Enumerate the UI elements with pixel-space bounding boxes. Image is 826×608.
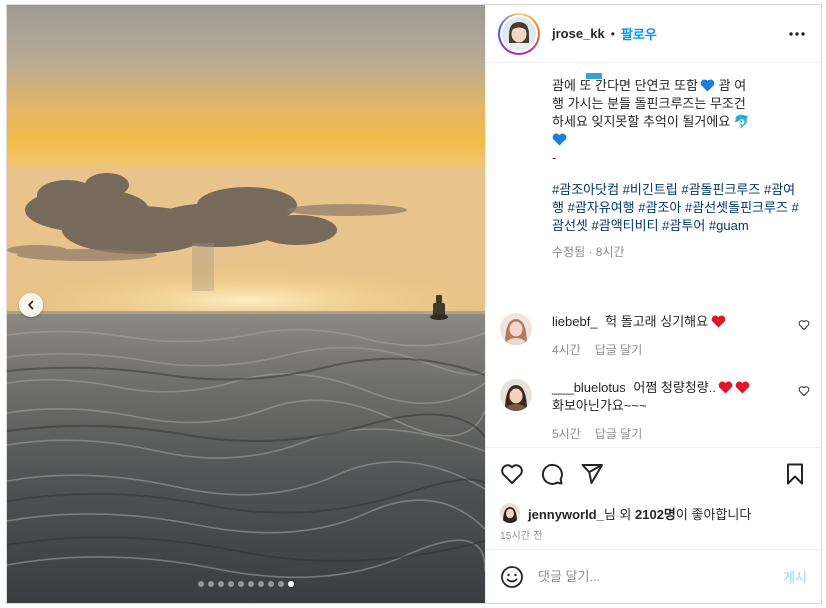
post-photo[interactable] — [7, 5, 485, 603]
more-horizontal-icon — [789, 31, 805, 36]
likes-text: 이 좋아합니다 — [675, 506, 752, 522]
comment-time: 4시간 — [552, 343, 581, 357]
hashtag-link[interactable]: #괌조아닷컴 — [552, 182, 619, 197]
slide-dot — [218, 581, 224, 587]
caption-meta: 수정됨 · 8시간 — [552, 245, 625, 259]
story-ring[interactable] — [498, 12, 540, 55]
red-heart-emoji-icon — [711, 315, 726, 328]
reply-button[interactable]: 답글 달기 — [595, 341, 643, 359]
hashtag-link[interactable]: #비긴트립 — [623, 182, 678, 197]
comment-time: 5시간 — [552, 427, 581, 441]
post-side-panel: jrose_kk • 팔로우 괌에 또 간다면 단연코 또함 괌 여 행 가시는… — [485, 5, 821, 603]
more-options-button[interactable] — [785, 22, 809, 46]
comment-like-button[interactable] — [798, 385, 810, 400]
avatar — [502, 16, 536, 51]
caption-line: 괌에 또 간다면 단연코 또함 괌 여 — [552, 78, 747, 93]
avatar — [500, 313, 532, 345]
red-heart-emoji-icon — [718, 381, 733, 394]
post-author-username[interactable]: jrose_kk — [552, 26, 605, 41]
comment-body: ___bluelotus 어쩜 청량청량.. 화보아닌가요~~~ 5시간 답글 … — [552, 379, 782, 443]
flag-emoji-icon — [586, 73, 602, 79]
save-bookmark-icon[interactable] — [783, 462, 807, 486]
comment-input[interactable] — [538, 569, 784, 584]
slide-dot — [248, 581, 254, 587]
hashtag-link[interactable]: #괌선셋돌핀크루즈 — [685, 200, 788, 215]
comment-username[interactable]: liebebf_ — [552, 314, 598, 329]
comment-meta: 4시간 답글 달기 — [552, 341, 782, 359]
slide-dot — [288, 581, 294, 587]
liker-username[interactable]: jennyworld_ — [528, 507, 604, 522]
comment-text-continued: 화보아닌가요~~~ — [552, 398, 647, 413]
chevron-left-icon — [28, 300, 34, 310]
likes-text: 님 외 — [603, 506, 636, 522]
slide-dot — [258, 581, 264, 587]
hashtag-link[interactable]: #guam — [709, 218, 749, 233]
comment-bubble-icon[interactable] — [540, 462, 564, 486]
post-actions-bar — [486, 447, 821, 499]
caption-line: 행 가시는 분들 돌핀크루즈는 무조건 — [552, 96, 746, 111]
comment-username[interactable]: ___bluelotus — [552, 380, 626, 395]
hashtag-link[interactable]: #괌자유여행 — [568, 200, 635, 215]
comment-text: 어쩜 청량청량.. — [633, 380, 716, 395]
red-heart-emoji-icon — [735, 381, 750, 394]
slide-dot — [278, 581, 284, 587]
header-separator: • — [610, 26, 615, 41]
caption-overflow — [552, 63, 802, 79]
follow-button[interactable]: 팔로우 — [621, 24, 657, 43]
avatar[interactable] — [500, 503, 520, 523]
comment-avatar[interactable] — [500, 313, 532, 345]
hashtag-link[interactable]: #괌투어 — [662, 218, 705, 233]
post-timestamp[interactable]: 15시간 전 — [486, 527, 821, 543]
comment-meta: 5시간 답글 달기 — [552, 425, 782, 443]
likes-count[interactable]: 2102명 — [635, 507, 676, 522]
reply-button[interactable]: 답글 달기 — [595, 425, 643, 443]
heart-outline-icon — [798, 386, 810, 396]
caption-line — [552, 131, 802, 149]
caption-line: - — [552, 150, 557, 165]
blue-heart-emoji-icon — [700, 79, 715, 92]
post-header: jrose_kk • 팔로우 — [486, 5, 821, 63]
blue-heart-emoji-icon — [552, 133, 567, 146]
like-heart-icon[interactable] — [500, 462, 524, 486]
comment-body: liebebf_ 헉 돌고래 싱기해요 4시간 답글 달기 — [552, 313, 782, 359]
comment-composer: 게시 — [486, 549, 821, 603]
slide-dot — [238, 581, 244, 587]
caption-hashtags: #괌조아닷컴 #비긴트립 #괌돌핀크루즈 #괌여행 #괌자유여행 #괌조아 #괌… — [552, 181, 802, 235]
comment-like-button[interactable] — [798, 319, 810, 334]
post-caption: 괌에 또 간다면 단연코 또함 괌 여 행 가시는 분들 돌핀크루즈는 무조건 … — [552, 63, 802, 261]
post-comment-button[interactable]: 게시 — [783, 567, 807, 586]
hashtag-link[interactable]: #괌액티비티 — [592, 218, 659, 233]
comments-scroll-area[interactable]: 괌에 또 간다면 단연코 또함 괌 여 행 가시는 분들 돌핀크루즈는 무조건 … — [486, 63, 821, 447]
previous-slide-button[interactable] — [19, 293, 43, 317]
slide-dot — [268, 581, 274, 587]
likes-summary: jennyworld_님 외 2102명이 좋아합니다 — [486, 499, 821, 527]
hashtag-link[interactable]: #괌돌핀크루즈 — [681, 182, 760, 197]
comment-text: 헉 돌고래 싱기해요 — [605, 314, 709, 329]
caption-line: 하세요 잊지못할 추억이 될거에요 🐬 — [552, 114, 751, 129]
hashtag-link[interactable]: #괌조아 — [638, 200, 681, 215]
slide-dot — [198, 581, 204, 587]
share-paper-plane-icon[interactable] — [580, 462, 604, 486]
slide-dot — [208, 581, 214, 587]
slide-dot — [228, 581, 234, 587]
heart-outline-icon — [798, 320, 810, 330]
avatar — [500, 379, 532, 411]
emoji-smile-icon[interactable] — [500, 565, 524, 589]
comment-avatar[interactable] — [500, 379, 532, 411]
slide-indicator — [7, 581, 485, 587]
post-modal: jrose_kk • 팔로우 괌에 또 간다면 단연코 또함 괌 여 행 가시는… — [6, 4, 822, 604]
sunset-sea-image — [7, 5, 485, 603]
